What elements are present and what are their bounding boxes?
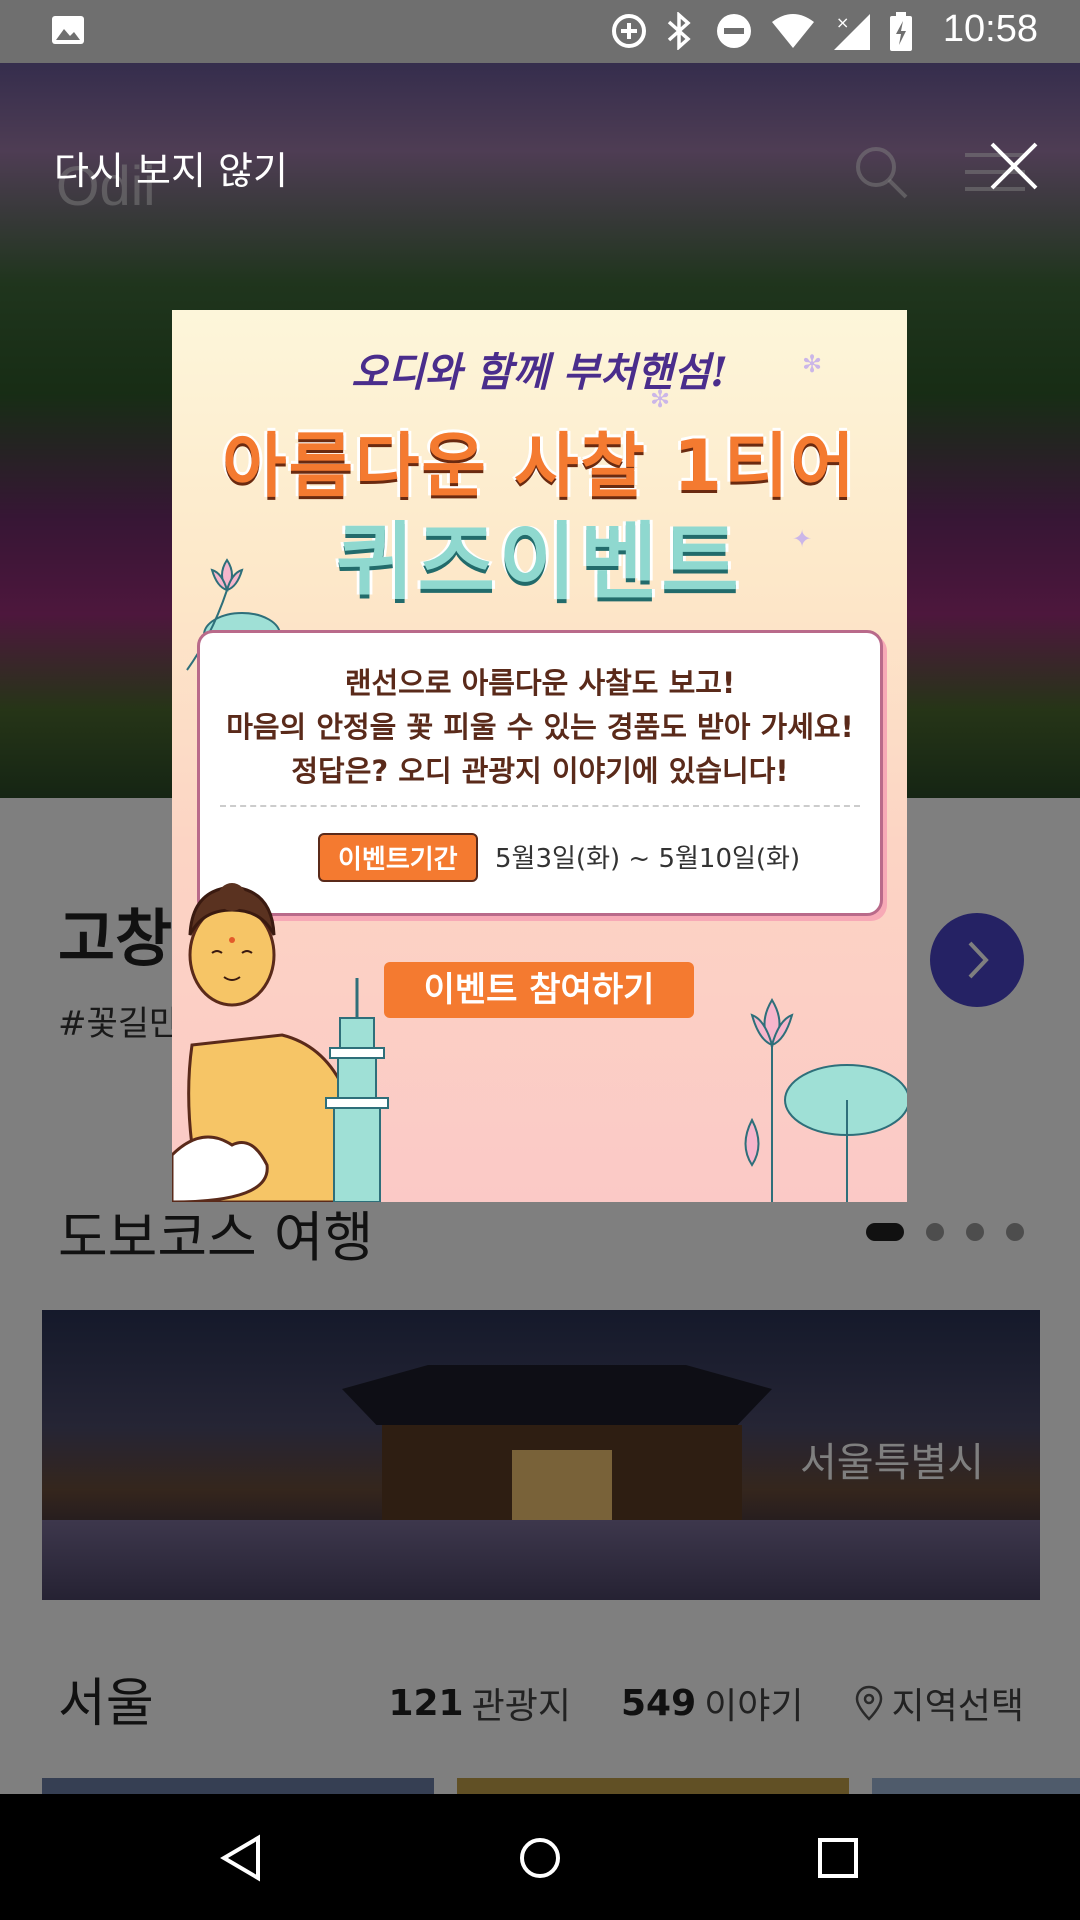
close-icon[interactable]	[986, 138, 1042, 194]
popup-subtitle: 오디와 함께 부처핸섬!	[351, 349, 728, 396]
status-time: 10:58	[942, 8, 1038, 50]
popup-body-line1: 랜선으로 아름다운 사찰도 보고!	[344, 666, 736, 700]
event-period-value: 5월3일(화) ~ 5월10일(화)	[495, 844, 801, 874]
svg-text:×: ×	[836, 13, 849, 32]
recents-icon[interactable]	[814, 1834, 862, 1882]
screen: × 10:58 Odii 고창 #꽃길만	[0, 0, 1080, 1920]
image-icon	[52, 16, 84, 44]
data-saver-icon	[612, 14, 646, 48]
divider	[220, 805, 860, 807]
popup-body: 랜선으로 아름다운 사찰도 보고! 마음의 안정을 꽃 피울 수 있는 경품도 …	[200, 661, 880, 793]
home-icon[interactable]	[516, 1834, 564, 1882]
status-bar: × 10:58	[0, 0, 1080, 63]
event-join-button[interactable]: 이벤트 참여하기	[384, 962, 694, 1018]
signal-icon: ×	[834, 13, 870, 50]
lotus-flower-icon	[744, 998, 907, 1202]
back-icon[interactable]	[218, 1834, 266, 1882]
wifi-icon	[772, 14, 814, 48]
popup-body-line2: 마음의 안정을 꽃 피울 수 있는 경품도 받아 가세요!	[226, 710, 854, 744]
popup-body-line3: 정답은? 오디 관광지 이야기에 있습니다!	[291, 754, 789, 788]
bluetooth-icon	[667, 12, 691, 50]
do-not-disturb-icon	[717, 14, 751, 48]
event-popup-banner[interactable]: ✻ ✻ ✦ 오디와 함께 부처핸섬! 아름다운 사찰 1티어 퀴즈이벤트 랜선으…	[172, 310, 907, 1202]
battery-charging-icon	[890, 12, 912, 51]
pagoda-illustration	[325, 978, 389, 1202]
navigation-bar	[0, 1794, 1080, 1920]
dont-show-again-button[interactable]: 다시 보지 않기	[54, 140, 288, 195]
